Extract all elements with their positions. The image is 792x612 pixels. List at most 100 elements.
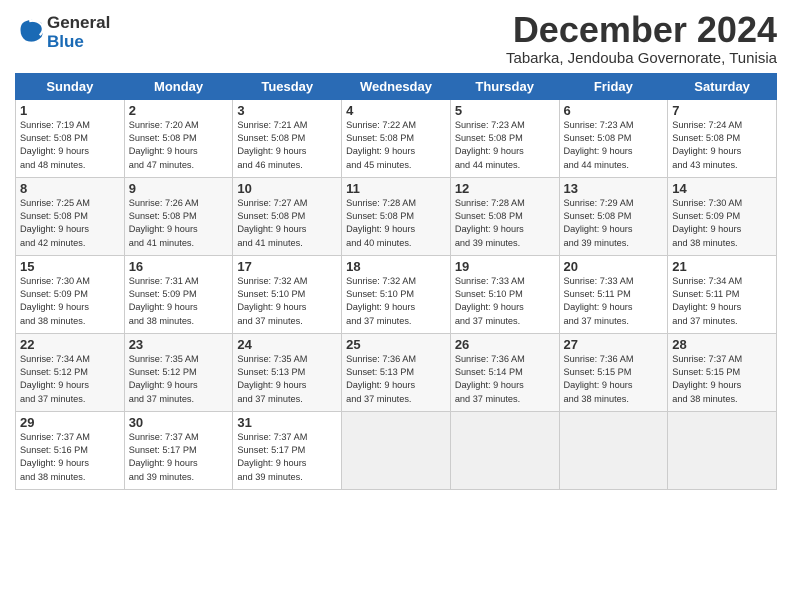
calendar-cell: 6Sunrise: 7:23 AMSunset: 5:08 PMDaylight…	[559, 99, 668, 177]
calendar-cell: 17Sunrise: 7:32 AMSunset: 5:10 PMDayligh…	[233, 255, 342, 333]
calendar-cell: 19Sunrise: 7:33 AMSunset: 5:10 PMDayligh…	[450, 255, 559, 333]
location-title: Tabarka, Jendouba Governorate, Tunisia	[506, 50, 777, 67]
day-number: 3	[237, 103, 337, 118]
day-number: 27	[564, 337, 664, 352]
day-info: Sunrise: 7:30 AMSunset: 5:09 PMDaylight:…	[672, 197, 772, 250]
header-row: SundayMondayTuesdayWednesdayThursdayFrid…	[16, 73, 777, 99]
calendar-cell: 18Sunrise: 7:32 AMSunset: 5:10 PMDayligh…	[342, 255, 451, 333]
day-info: Sunrise: 7:36 AMSunset: 5:15 PMDaylight:…	[564, 353, 664, 406]
day-number: 25	[346, 337, 446, 352]
day-number: 9	[129, 181, 229, 196]
day-number: 22	[20, 337, 120, 352]
calendar-cell: 5Sunrise: 7:23 AMSunset: 5:08 PMDaylight…	[450, 99, 559, 177]
calendar-cell: 10Sunrise: 7:27 AMSunset: 5:08 PMDayligh…	[233, 177, 342, 255]
day-info: Sunrise: 7:27 AMSunset: 5:08 PMDaylight:…	[237, 197, 337, 250]
week-row-2: 8Sunrise: 7:25 AMSunset: 5:08 PMDaylight…	[16, 177, 777, 255]
day-info: Sunrise: 7:22 AMSunset: 5:08 PMDaylight:…	[346, 119, 446, 172]
day-info: Sunrise: 7:26 AMSunset: 5:08 PMDaylight:…	[129, 197, 229, 250]
day-number: 6	[564, 103, 664, 118]
logo-icon	[17, 16, 45, 44]
col-header-monday: Monday	[124, 73, 233, 99]
calendar-cell: 20Sunrise: 7:33 AMSunset: 5:11 PMDayligh…	[559, 255, 668, 333]
calendar-cell: 15Sunrise: 7:30 AMSunset: 5:09 PMDayligh…	[16, 255, 125, 333]
day-number: 18	[346, 259, 446, 274]
day-info: Sunrise: 7:23 AMSunset: 5:08 PMDaylight:…	[564, 119, 664, 172]
calendar-cell: 7Sunrise: 7:24 AMSunset: 5:08 PMDaylight…	[668, 99, 777, 177]
day-number: 28	[672, 337, 772, 352]
day-number: 29	[20, 415, 120, 430]
calendar-cell	[559, 411, 668, 489]
day-info: Sunrise: 7:28 AMSunset: 5:08 PMDaylight:…	[346, 197, 446, 250]
day-info: Sunrise: 7:32 AMSunset: 5:10 PMDaylight:…	[237, 275, 337, 328]
day-number: 4	[346, 103, 446, 118]
day-number: 23	[129, 337, 229, 352]
day-number: 20	[564, 259, 664, 274]
day-info: Sunrise: 7:21 AMSunset: 5:08 PMDaylight:…	[237, 119, 337, 172]
title-block: December 2024 Tabarka, Jendouba Governor…	[506, 10, 777, 67]
calendar-cell: 12Sunrise: 7:28 AMSunset: 5:08 PMDayligh…	[450, 177, 559, 255]
day-number: 14	[672, 181, 772, 196]
day-info: Sunrise: 7:20 AMSunset: 5:08 PMDaylight:…	[129, 119, 229, 172]
day-info: Sunrise: 7:37 AMSunset: 5:16 PMDaylight:…	[20, 431, 120, 484]
col-header-tuesday: Tuesday	[233, 73, 342, 99]
day-info: Sunrise: 7:28 AMSunset: 5:08 PMDaylight:…	[455, 197, 555, 250]
day-number: 24	[237, 337, 337, 352]
day-info: Sunrise: 7:32 AMSunset: 5:10 PMDaylight:…	[346, 275, 446, 328]
day-info: Sunrise: 7:37 AMSunset: 5:17 PMDaylight:…	[129, 431, 229, 484]
calendar-table: SundayMondayTuesdayWednesdayThursdayFrid…	[15, 73, 777, 490]
calendar-cell: 30Sunrise: 7:37 AMSunset: 5:17 PMDayligh…	[124, 411, 233, 489]
col-header-saturday: Saturday	[668, 73, 777, 99]
day-number: 13	[564, 181, 664, 196]
calendar-cell: 8Sunrise: 7:25 AMSunset: 5:08 PMDaylight…	[16, 177, 125, 255]
logo-line2: Blue	[47, 33, 110, 52]
day-info: Sunrise: 7:34 AMSunset: 5:12 PMDaylight:…	[20, 353, 120, 406]
day-info: Sunrise: 7:36 AMSunset: 5:14 PMDaylight:…	[455, 353, 555, 406]
day-number: 26	[455, 337, 555, 352]
col-header-thursday: Thursday	[450, 73, 559, 99]
calendar-cell: 22Sunrise: 7:34 AMSunset: 5:12 PMDayligh…	[16, 333, 125, 411]
day-number: 16	[129, 259, 229, 274]
header: General Blue December 2024 Tabarka, Jend…	[15, 10, 777, 67]
calendar-cell: 21Sunrise: 7:34 AMSunset: 5:11 PMDayligh…	[668, 255, 777, 333]
day-info: Sunrise: 7:30 AMSunset: 5:09 PMDaylight:…	[20, 275, 120, 328]
day-info: Sunrise: 7:33 AMSunset: 5:11 PMDaylight:…	[564, 275, 664, 328]
week-row-5: 29Sunrise: 7:37 AMSunset: 5:16 PMDayligh…	[16, 411, 777, 489]
calendar-cell: 28Sunrise: 7:37 AMSunset: 5:15 PMDayligh…	[668, 333, 777, 411]
day-number: 7	[672, 103, 772, 118]
day-number: 31	[237, 415, 337, 430]
day-info: Sunrise: 7:35 AMSunset: 5:12 PMDaylight:…	[129, 353, 229, 406]
day-number: 21	[672, 259, 772, 274]
calendar-cell: 1Sunrise: 7:19 AMSunset: 5:08 PMDaylight…	[16, 99, 125, 177]
calendar-cell: 29Sunrise: 7:37 AMSunset: 5:16 PMDayligh…	[16, 411, 125, 489]
week-row-3: 15Sunrise: 7:30 AMSunset: 5:09 PMDayligh…	[16, 255, 777, 333]
calendar-cell: 4Sunrise: 7:22 AMSunset: 5:08 PMDaylight…	[342, 99, 451, 177]
day-info: Sunrise: 7:37 AMSunset: 5:15 PMDaylight:…	[672, 353, 772, 406]
day-number: 8	[20, 181, 120, 196]
calendar-cell: 16Sunrise: 7:31 AMSunset: 5:09 PMDayligh…	[124, 255, 233, 333]
calendar-cell: 2Sunrise: 7:20 AMSunset: 5:08 PMDaylight…	[124, 99, 233, 177]
calendar-cell: 11Sunrise: 7:28 AMSunset: 5:08 PMDayligh…	[342, 177, 451, 255]
day-number: 19	[455, 259, 555, 274]
day-info: Sunrise: 7:24 AMSunset: 5:08 PMDaylight:…	[672, 119, 772, 172]
day-info: Sunrise: 7:37 AMSunset: 5:17 PMDaylight:…	[237, 431, 337, 484]
day-number: 17	[237, 259, 337, 274]
calendar-page: General Blue December 2024 Tabarka, Jend…	[0, 0, 792, 612]
day-info: Sunrise: 7:31 AMSunset: 5:09 PMDaylight:…	[129, 275, 229, 328]
col-header-friday: Friday	[559, 73, 668, 99]
calendar-cell: 13Sunrise: 7:29 AMSunset: 5:08 PMDayligh…	[559, 177, 668, 255]
logo: General Blue	[15, 14, 110, 51]
day-number: 30	[129, 415, 229, 430]
week-row-4: 22Sunrise: 7:34 AMSunset: 5:12 PMDayligh…	[16, 333, 777, 411]
logo-line1: General	[47, 14, 110, 33]
col-header-wednesday: Wednesday	[342, 73, 451, 99]
calendar-cell: 14Sunrise: 7:30 AMSunset: 5:09 PMDayligh…	[668, 177, 777, 255]
calendar-cell: 25Sunrise: 7:36 AMSunset: 5:13 PMDayligh…	[342, 333, 451, 411]
day-number: 11	[346, 181, 446, 196]
calendar-cell	[342, 411, 451, 489]
calendar-cell: 3Sunrise: 7:21 AMSunset: 5:08 PMDaylight…	[233, 99, 342, 177]
day-info: Sunrise: 7:23 AMSunset: 5:08 PMDaylight:…	[455, 119, 555, 172]
calendar-cell	[450, 411, 559, 489]
calendar-cell: 26Sunrise: 7:36 AMSunset: 5:14 PMDayligh…	[450, 333, 559, 411]
col-header-sunday: Sunday	[16, 73, 125, 99]
day-number: 2	[129, 103, 229, 118]
